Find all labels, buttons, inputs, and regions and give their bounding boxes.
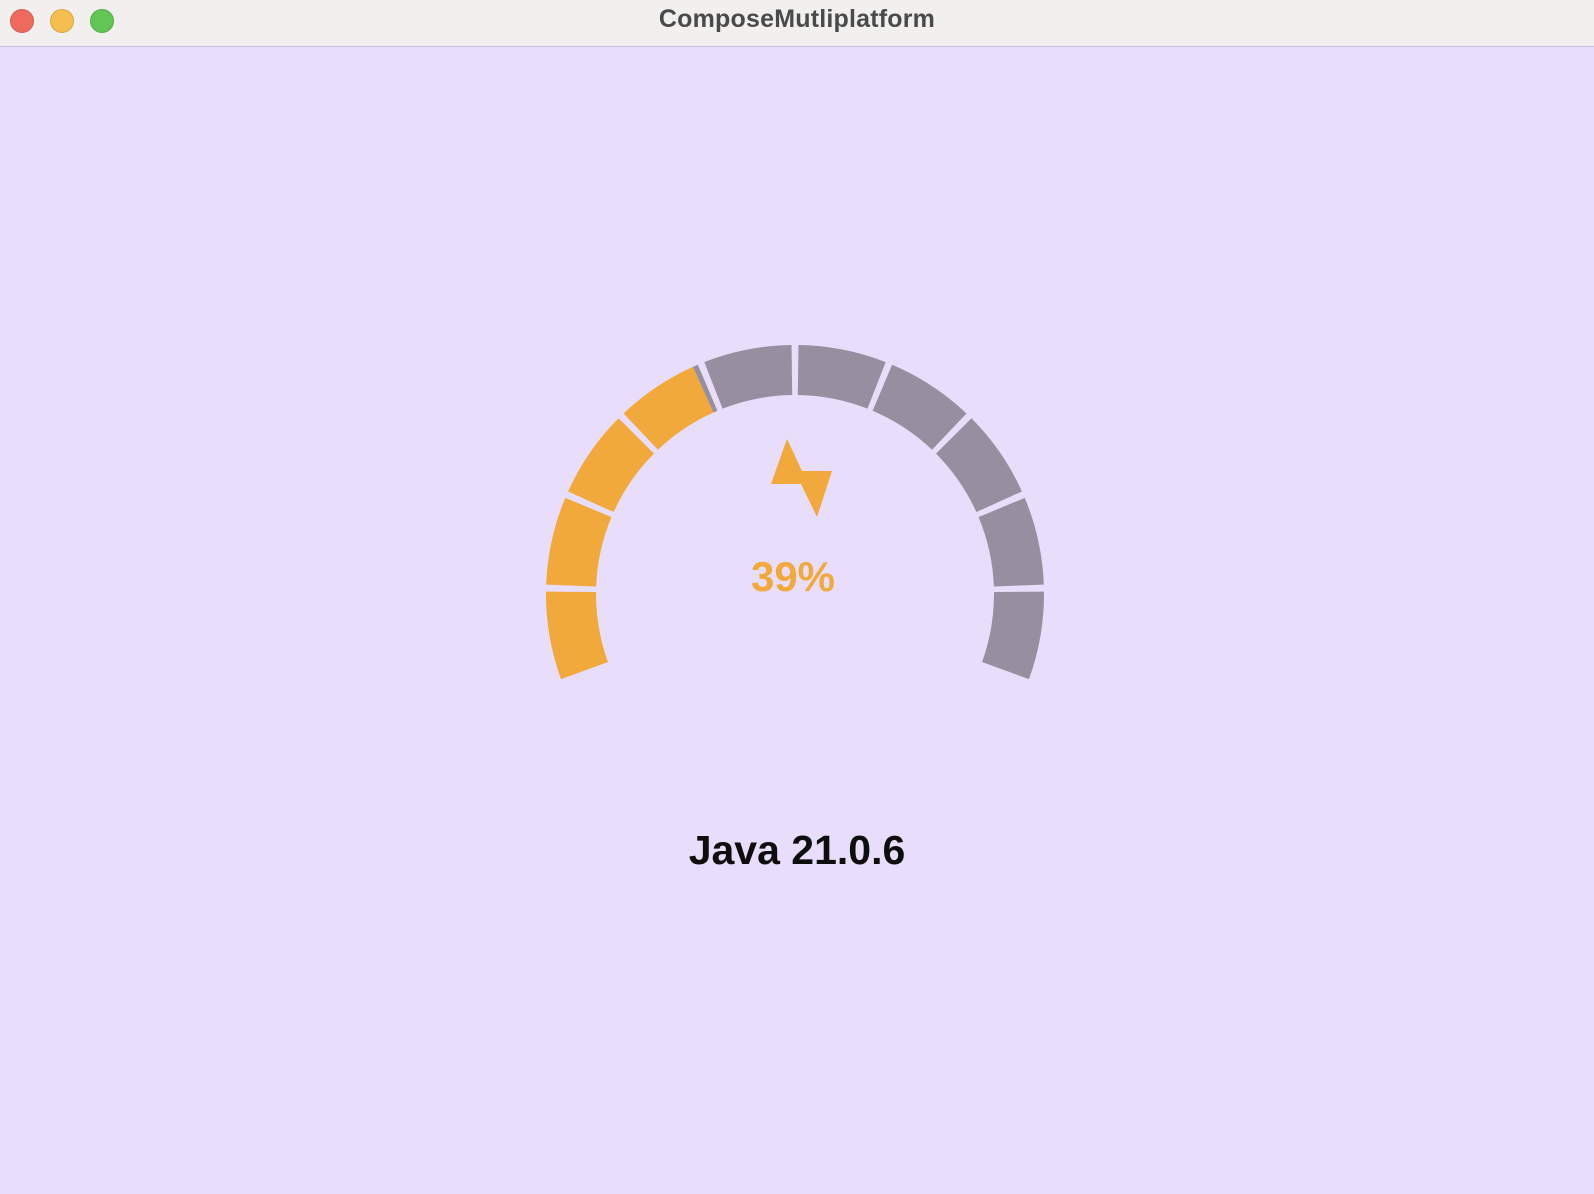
lightning-bolt-icon	[771, 439, 832, 517]
gauge-segment-empty	[936, 418, 1022, 513]
gauge-segment-filled	[568, 418, 654, 513]
gauge-segment-filled	[545, 591, 608, 680]
app-window: ComposeMutliplatform 39% Java 21.0.6	[0, 0, 1594, 1194]
title-bar[interactable]: ComposeMutliplatform	[0, 0, 1594, 47]
gauge-segment-empty	[797, 345, 886, 409]
java-version-label: Java 21.0.6	[688, 827, 906, 873]
gauge-segment-empty	[704, 345, 793, 409]
gauge-segment-empty	[872, 364, 967, 450]
progress-percent: 39%	[750, 553, 836, 600]
main-content: 39% Java 21.0.6	[0, 48, 1594, 1194]
window-title: ComposeMutliplatform	[658, 5, 936, 33]
gauge-segment-filled	[546, 497, 612, 587]
progress-gauge	[545, 345, 1045, 680]
gauge-segments	[545, 345, 1045, 680]
gauge-segment-empty	[978, 497, 1044, 587]
gauge-segment-empty	[982, 591, 1045, 680]
